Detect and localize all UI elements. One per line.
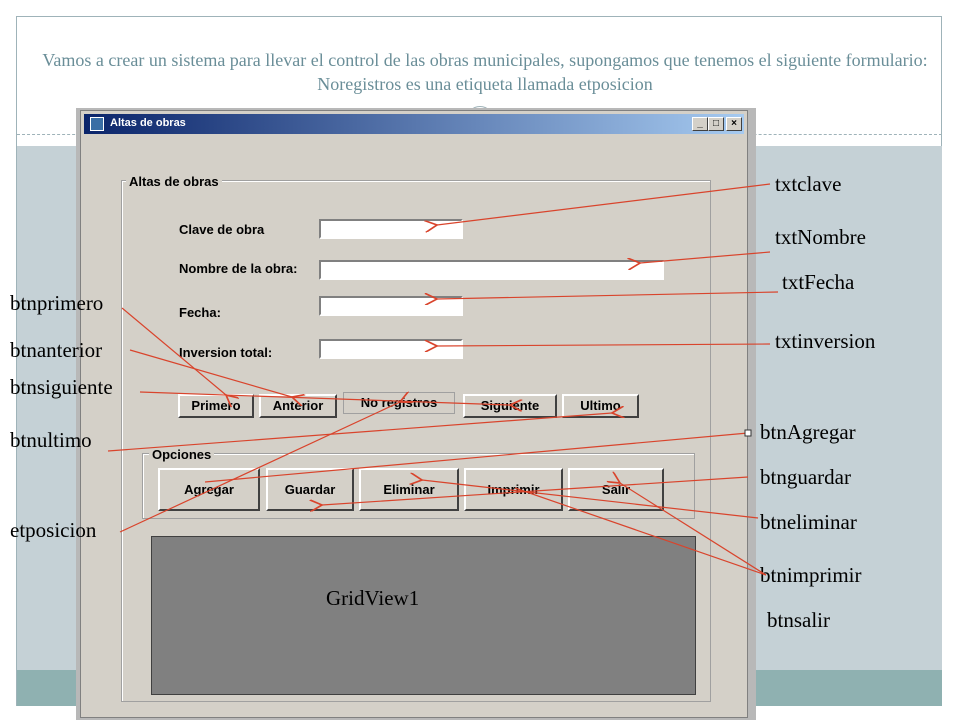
- slide: Vamos a crear un sistema para llevar el …: [0, 0, 960, 720]
- arrow-btnsalir: [620, 483, 767, 576]
- arrow-btnimprimir: [514, 487, 767, 576]
- arrow-btnagregar: [204, 432, 749, 483]
- arrow-btnguardar: [322, 476, 749, 505]
- arrow-txtnombre: [640, 251, 771, 263]
- arrow-btnsiguiente: [139, 391, 510, 405]
- arrow-txtfecha: [437, 291, 779, 299]
- arrow-etposicion: [119, 402, 400, 533]
- arrow-btnprimero: [121, 307, 226, 395]
- arrow-btneliminar: [422, 480, 759, 519]
- annotation-arrows: [107, 183, 779, 576]
- arrow-btnultimo: [107, 413, 612, 452]
- arrow-txtclave: [437, 183, 771, 225]
- arrow-txtinversion: [437, 344, 771, 346]
- arrow-btnanterior: [129, 349, 292, 397]
- btnagregar-handle: [744, 429, 752, 437]
